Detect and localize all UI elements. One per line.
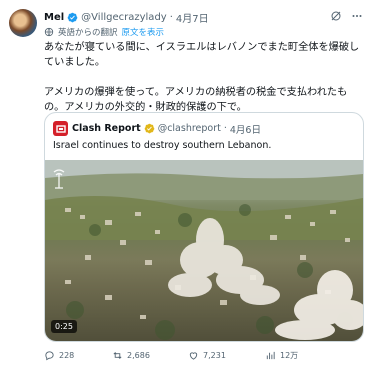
separator-dot: · [223, 123, 227, 134]
quoted-author-handle[interactable]: @clashreport [158, 123, 221, 134]
quoted-tweet-header: Clash Report @clashreport · 4月6日 [53, 121, 261, 136]
quoted-tweet[interactable]: Clash Report @clashreport · 4月6日 Israel … [44, 112, 364, 342]
reply-count: 228 [59, 351, 75, 360]
separator-dot: · [169, 11, 173, 23]
author-name[interactable]: Mel [44, 12, 64, 23]
views-button[interactable]: 12万 [265, 350, 298, 361]
reply-button[interactable]: 228 [44, 350, 74, 361]
video-player[interactable]: 0:25 [45, 160, 363, 341]
tweet-paragraph-2: アメリカの爆弾を使って。アメリカの納税者の税金で支払われたもの。アメリカの外交的… [44, 87, 348, 113]
tweet-date[interactable]: 4月7日 [176, 10, 209, 25]
verified-gold-badge-icon [144, 123, 154, 134]
tweet-header: Mel @Villgecrazylady · 4月7日 [44, 9, 361, 25]
tweet-paragraph-1: あなたが寝ている間に、イスラエルはレバノンでまた町全体を爆破していました。 [44, 42, 360, 68]
quoted-author-name[interactable]: Clash Report [72, 123, 141, 134]
translation-row: 英語からの翻訳 原文を表示 [44, 26, 164, 38]
like-button[interactable]: 7,231 [188, 350, 226, 361]
reply-icon [45, 351, 54, 361]
view-count: 12万 [280, 351, 299, 360]
globe-icon [44, 27, 54, 37]
repost-icon [113, 352, 122, 359]
avatar[interactable] [9, 9, 37, 37]
quoted-tweet-text: Israel continues to destroy southern Leb… [53, 140, 272, 151]
quoted-tweet-date[interactable]: 4月6日 [230, 122, 261, 136]
tweet-card[interactable]: Mel @Villgecrazylady · 4月7日 英語からの翻訳 原文を表… [0, 0, 369, 365]
header-icons [329, 9, 363, 22]
repost-count: 2,686 [127, 351, 150, 360]
video-duration: 0:25 [51, 320, 77, 333]
translation-note: 英語からの翻訳 [58, 28, 118, 38]
grok-icon[interactable] [329, 9, 342, 22]
author-handle[interactable]: @Villgecrazylady [81, 12, 167, 23]
more-icon[interactable] [350, 9, 363, 22]
video-thumbnail [45, 160, 363, 340]
show-original-link[interactable]: 原文を表示 [122, 26, 165, 38]
like-icon [189, 352, 198, 360]
views-icon [266, 351, 275, 360]
like-count: 7,231 [203, 351, 226, 360]
repost-button[interactable]: 2,686 [112, 350, 150, 361]
action-bar: 228 2,686 7,231 12万 [44, 350, 364, 364]
verified-badge-icon [67, 12, 78, 22]
clash-report-avatar[interactable] [53, 121, 68, 136]
